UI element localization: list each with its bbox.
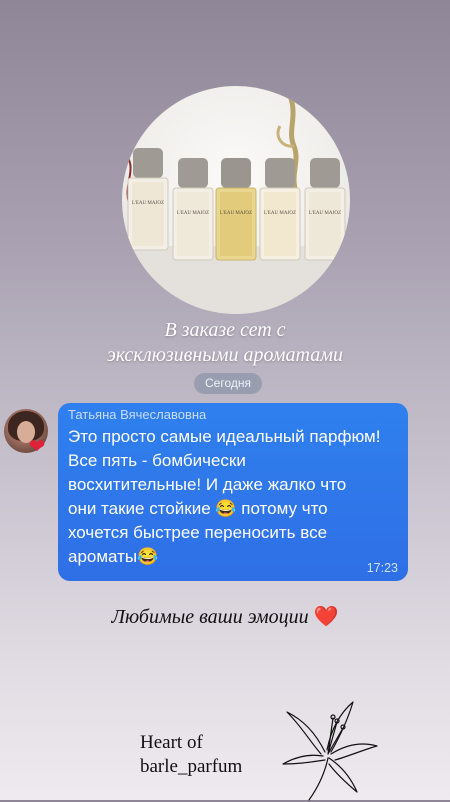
message-line: ароматы😂 [68, 547, 159, 566]
date-badge: Сегодня [194, 373, 262, 394]
perfume-bottles-image: L'EAU MAJOZ L'EAU MAJOZ L'EAU MAJOZ L'EA… [122, 93, 350, 314]
message-line: восхитительные! И даже жалко что [68, 475, 347, 494]
message-time: 17:23 [366, 561, 398, 575]
message-line: хочется быстрее переносить все [68, 523, 328, 542]
message-line: они такие стойкие 😂 потому что [68, 499, 328, 518]
message-line: Все пять - бомбически [68, 451, 246, 470]
bottle-label-4: L'EAU MAJOZ [264, 211, 296, 216]
heart-icon: ❤ [28, 436, 46, 458]
brand-signature: Heart of barle_parfum [140, 731, 280, 779]
story-frame: L'EAU MAJOZ L'EAU MAJOZ L'EAU MAJOZ L'EA… [0, 0, 450, 801]
message-text: Это просто самые идеальный парфюм! Все п… [68, 425, 396, 569]
brand-line-2: barle_parfum [140, 756, 243, 777]
bottle-label-3: L'EAU MAJOZ [220, 211, 252, 216]
caption-line-2: эксклюзивными ароматами [106, 344, 344, 366]
sender-name: Татьяна Вячеславовна [68, 407, 207, 422]
brand-line-1: Heart of [140, 732, 203, 753]
message-line: Это просто самые идеальный парфюм! [68, 427, 381, 446]
product-photo: L'EAU MAJOZ L'EAU MAJOZ L'EAU MAJOZ L'EA… [122, 86, 350, 314]
message-bubble: Татьяна Вячеславовна Это просто самые ид… [58, 403, 408, 581]
emotions-caption: Любимые ваши эмоции ❤️ [0, 604, 450, 629]
bottle-label-2: L'EAU MAJOZ [177, 211, 209, 216]
bottle-label-5: L'EAU MAJOZ [309, 211, 341, 216]
heart-icon: ❤️ [313, 606, 339, 628]
lily-flower-icon [282, 701, 378, 801]
bottle-label-1: L'EAU MAJOZ [132, 201, 164, 206]
story-caption: В заказе сет с эксклюзивными ароматами [0, 318, 450, 368]
emotions-text: Любимые ваши эмоции [111, 606, 309, 628]
caption-line-1: В заказе сет с [164, 319, 286, 341]
